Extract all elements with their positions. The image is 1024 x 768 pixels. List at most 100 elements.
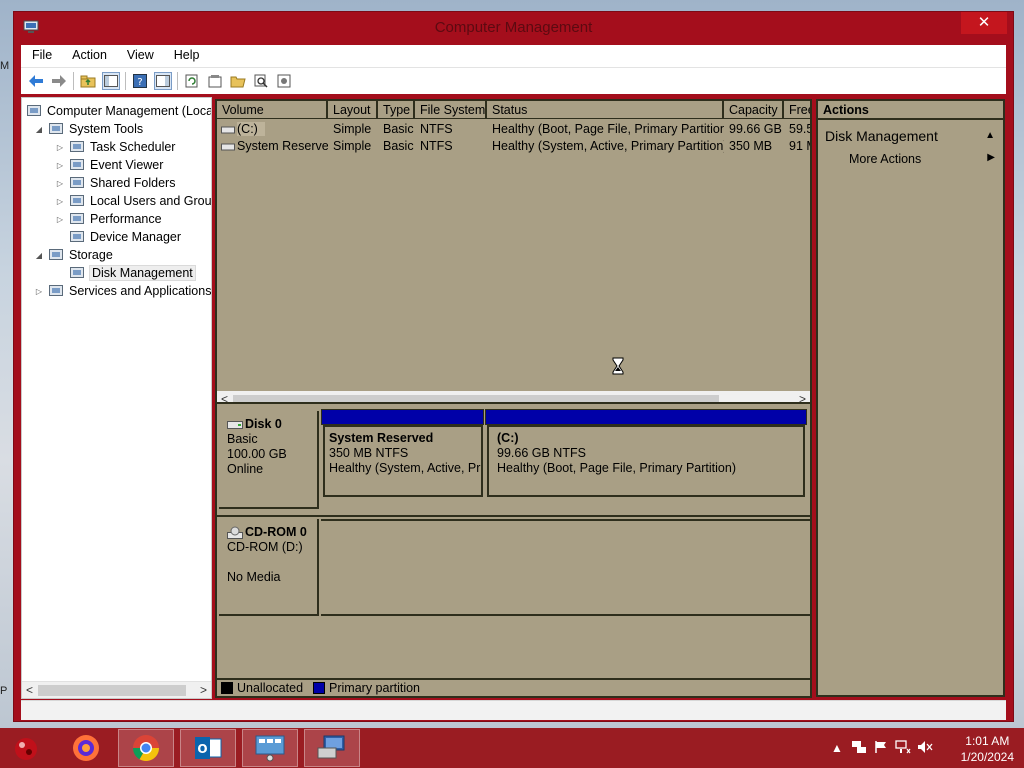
- open-folder-icon[interactable]: [229, 72, 247, 90]
- taskbar: O ▲ 1:01 AM 1/20/2024: [0, 728, 1024, 768]
- disk-status: Online: [227, 462, 264, 476]
- taskbar-clock[interactable]: 1:01 AM 1/20/2024: [961, 733, 1014, 765]
- taskbar-control-panel[interactable]: [242, 729, 298, 767]
- collapse-icon[interactable]: ▲: [985, 130, 995, 141]
- show-hide-tree-icon[interactable]: [102, 72, 120, 90]
- expander-icon[interactable]: ▷: [55, 161, 65, 170]
- expander-icon[interactable]: ▷: [55, 143, 65, 152]
- action-center-flag-icon[interactable]: [873, 740, 889, 756]
- disk-management-icon: [69, 265, 85, 281]
- tree-item[interactable]: ▷ Performance: [55, 210, 162, 228]
- column-header[interactable]: Layout: [328, 101, 378, 119]
- up-folder-icon[interactable]: [79, 72, 97, 90]
- back-arrow-icon[interactable]: [27, 72, 45, 90]
- tree-item[interactable]: ▷ Local Users and Groups: [55, 192, 211, 210]
- disk-status: No Media: [227, 570, 281, 584]
- volume-drive-icon: [221, 124, 235, 138]
- search-icon[interactable]: [252, 72, 270, 90]
- actions-section-title[interactable]: Disk Management: [825, 128, 938, 144]
- menu-action[interactable]: Action: [61, 45, 116, 67]
- volume-row[interactable]: (C:) Simple Basic NTFS Healthy (Boot, Page F…: [217, 121, 810, 138]
- device-manager-icon: [69, 229, 85, 245]
- tree-item[interactable]: Device Manager: [55, 228, 181, 246]
- navigation-tree: Computer Management (Local ◢ System Tools ▷…: [21, 97, 212, 699]
- volume-cell: Simple: [333, 122, 372, 136]
- taskbar-outlook[interactable]: O: [180, 729, 236, 767]
- tree-item-label: Shared Folders: [90, 176, 176, 190]
- column-header[interactable]: Type: [378, 101, 415, 119]
- settings-icon[interactable]: [275, 72, 293, 90]
- menu-view[interactable]: View: [116, 45, 163, 67]
- toolbar-separator: [177, 72, 178, 90]
- tree-item[interactable]: ▷ Services and Applications: [34, 282, 211, 300]
- volume-muted-icon[interactable]: [917, 740, 933, 756]
- expander-icon[interactable]: ◢: [34, 251, 44, 260]
- start-button[interactable]: [0, 729, 52, 767]
- partition-c[interactable]: (C:) 99.66 GB NTFS Healthy (Boot, Page F…: [487, 425, 805, 497]
- show-hide-action-pane-icon[interactable]: [154, 72, 172, 90]
- tree-item[interactable]: Computer Management (Local: [26, 102, 211, 120]
- window-title: Computer Management: [434, 19, 593, 36]
- disk-graphic-pane: Disk 0 Basic 100.00 GB Online System Res…: [215, 402, 812, 698]
- volume-cell: Basic: [383, 122, 414, 136]
- disk-type: Basic: [227, 432, 258, 446]
- tree-item[interactable]: ◢ Storage: [34, 246, 113, 264]
- network-icon[interactable]: [895, 740, 911, 756]
- title-bar[interactable]: Computer Management – ▭ ✕: [14, 12, 1013, 42]
- column-header[interactable]: Status: [487, 101, 724, 119]
- chrome-icon: [132, 735, 160, 762]
- column-header[interactable]: Volume: [217, 101, 328, 119]
- legend-unallocated-swatch: [221, 682, 233, 694]
- disk-0-label[interactable]: Disk 0 Basic 100.00 GB Online: [219, 411, 319, 509]
- expander-icon[interactable]: ▷: [34, 287, 44, 296]
- tree-item-label: Device Manager: [90, 230, 182, 244]
- taskbar-firefox[interactable]: [58, 729, 114, 767]
- cdrom-0-label[interactable]: CD-ROM 0 CD-ROM (D:) No Media: [219, 519, 319, 616]
- tree-item[interactable]: Disk Management: [55, 264, 196, 282]
- tree-item-label: System Tools: [69, 122, 144, 136]
- minimize-button[interactable]: –: [899, 12, 925, 34]
- maximize-button[interactable]: ▭: [929, 12, 955, 34]
- tree-scrollbar[interactable]: < >: [22, 681, 211, 698]
- tree-item[interactable]: ▷ Shared Folders: [55, 174, 176, 192]
- refresh-icon[interactable]: [183, 72, 201, 90]
- expander-icon[interactable]: ▷: [55, 197, 65, 206]
- expander-icon[interactable]: ◢: [34, 125, 44, 134]
- column-header[interactable]: Capacity: [724, 101, 784, 119]
- scrollbar-thumb[interactable]: [38, 685, 186, 696]
- tree-item[interactable]: ◢ System Tools: [34, 120, 143, 138]
- tree-item[interactable]: ▷ Event Viewer: [55, 156, 164, 174]
- expander-icon[interactable]: ▷: [55, 179, 65, 188]
- taskbar-chrome[interactable]: [118, 729, 174, 767]
- properties-icon[interactable]: [206, 72, 224, 90]
- legend-primary-swatch: [313, 682, 326, 694]
- help-icon[interactable]: ?: [131, 72, 149, 90]
- volume-cell: NTFS: [420, 122, 453, 136]
- close-button[interactable]: ✕: [961, 12, 1007, 34]
- taskbar-computer-management[interactable]: [304, 729, 360, 767]
- menu-bar: File Action View Help: [21, 45, 1006, 67]
- menu-help[interactable]: Help: [163, 45, 209, 67]
- partition-system-reserved[interactable]: System Reserved 350 MB NTFS Healthy (Sys…: [323, 425, 483, 497]
- scroll-left-icon[interactable]: <: [26, 683, 33, 697]
- volume-row[interactable]: System Reserved Simple Basic NTFS Healthy (S…: [217, 138, 810, 155]
- partition-bar: [321, 409, 484, 425]
- volume-cell: NTFS: [420, 139, 453, 153]
- volume-cell: 59.57: [789, 122, 810, 136]
- tree-item[interactable]: ▷ Task Scheduler: [55, 138, 176, 156]
- expander-icon[interactable]: ▷: [55, 215, 65, 224]
- column-header[interactable]: File System: [415, 101, 487, 119]
- forward-arrow-icon[interactable]: [50, 72, 68, 90]
- network-manager-icon[interactable]: [851, 740, 867, 756]
- more-actions-item[interactable]: More Actions: [849, 152, 921, 166]
- volume-drive-icon: [221, 141, 235, 155]
- column-header[interactable]: Free: [784, 101, 810, 119]
- show-hidden-icons-icon[interactable]: ▲: [829, 740, 845, 756]
- volume-cell: 91 M: [789, 139, 810, 153]
- partition-size: 99.66 GB NTFS: [497, 446, 586, 460]
- volume-cell: (C:): [237, 122, 265, 136]
- cdrom-icon: [227, 526, 243, 539]
- menu-file[interactable]: File: [21, 45, 61, 67]
- partition-size: 350 MB NTFS: [329, 446, 409, 460]
- scroll-right-icon[interactable]: >: [200, 683, 207, 697]
